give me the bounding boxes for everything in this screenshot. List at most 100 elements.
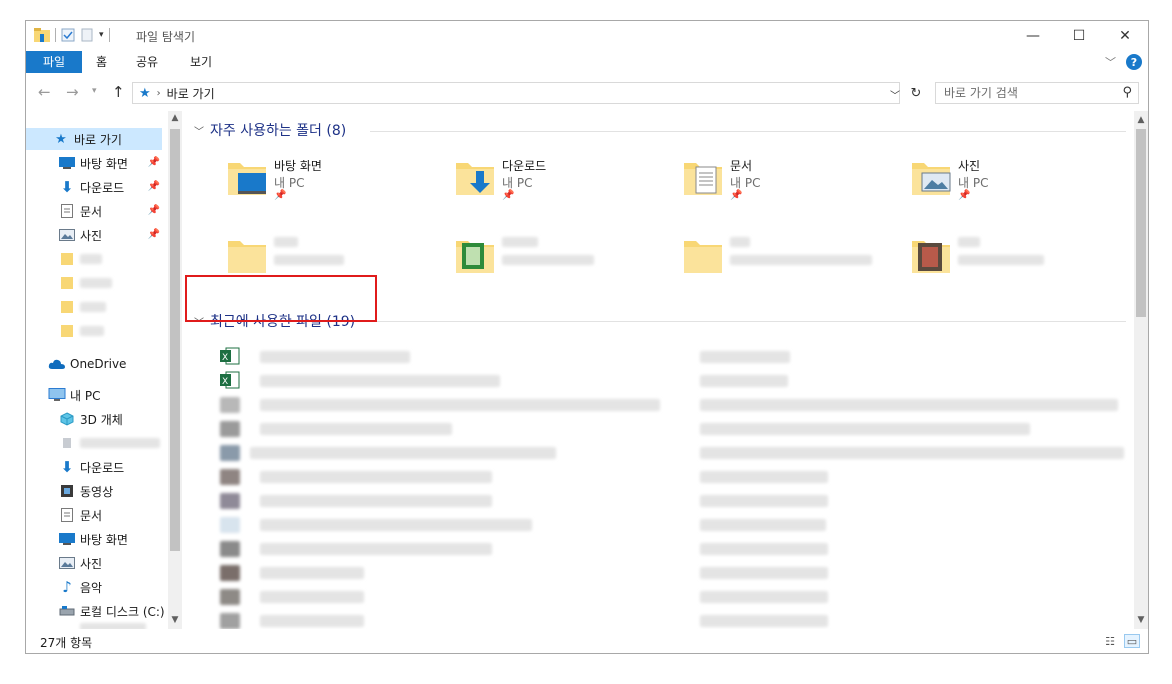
sidebar-item-pc-pictures[interactable]: 사진: [26, 552, 168, 574]
desktop-icon: [58, 531, 76, 547]
sidebar-item-folder[interactable]: [26, 320, 168, 342]
excel-file-icon: X: [220, 371, 240, 389]
sidebar-item-label: 로컬 디스크 (C:): [80, 604, 165, 619]
pin-icon[interactable]: 📌: [148, 157, 160, 168]
large-icons-view-icon[interactable]: ▭: [1124, 634, 1140, 648]
search-input[interactable]: [944, 83, 1114, 103]
sidebar-item-3d-objects[interactable]: 3D 개체: [26, 408, 168, 430]
cube-icon: [58, 411, 76, 427]
folder-tile-pictures[interactable]: 사진 내 PC 📌: [910, 155, 1130, 211]
star-icon: ★: [139, 85, 151, 101]
sidebar-item-this-pc[interactable]: 내 PC: [26, 384, 168, 406]
list-item[interactable]: X: [220, 371, 1140, 391]
folder-icon: [58, 323, 76, 339]
sidebar-item-folder[interactable]: [26, 272, 168, 294]
scrollbar-thumb[interactable]: [1136, 129, 1146, 317]
folder-tile-blurred[interactable]: [682, 233, 902, 289]
list-item[interactable]: [220, 467, 1140, 487]
sidebar-scrollbar[interactable]: ▲ ▼: [168, 111, 182, 629]
blurred-label: [700, 399, 1118, 411]
close-button[interactable]: ✕: [1102, 21, 1148, 51]
frequent-folders-header[interactable]: ﹀ 자주 사용하는 폴더 (8): [194, 120, 346, 140]
details-view-icon[interactable]: ☷: [1102, 634, 1118, 648]
list-item[interactable]: [220, 395, 1140, 415]
address-bar[interactable]: ★ › 바로 가기: [132, 82, 900, 104]
scroll-down-icon[interactable]: ▼: [1134, 615, 1148, 625]
sidebar-item-folder[interactable]: [26, 248, 168, 270]
tab-file[interactable]: 파일: [26, 51, 82, 73]
sidebar-item-documents[interactable]: 문서 📌: [26, 200, 168, 222]
scroll-down-icon[interactable]: ▼: [168, 615, 182, 625]
folder-tile-desktop[interactable]: 바탕 화면 내 PC 📌: [226, 155, 446, 211]
list-item[interactable]: [220, 563, 1140, 583]
list-item[interactable]: X: [220, 347, 1140, 367]
folder-tile-documents[interactable]: 문서 내 PC 📌: [682, 155, 902, 211]
list-item[interactable]: [220, 443, 1140, 463]
blurred-label: [80, 623, 146, 629]
list-item[interactable]: [220, 515, 1140, 535]
list-item[interactable]: [220, 587, 1140, 607]
address-dropdown-icon[interactable]: ﹀: [890, 87, 900, 102]
navigation-bar: ← → ▾ ↑ ★ › 바로 가기 ﹀ ↻ ⚲: [26, 79, 1148, 107]
scroll-up-icon[interactable]: ▲: [168, 113, 182, 123]
svg-text:X: X: [222, 353, 228, 363]
list-item[interactable]: [220, 419, 1140, 439]
blurred-label: [80, 302, 106, 312]
back-arrow-icon[interactable]: ←: [38, 83, 51, 101]
pin-icon[interactable]: 📌: [148, 205, 160, 216]
folder-tile-blurred[interactable]: [910, 233, 1130, 289]
folder-tile-blurred[interactable]: [454, 233, 674, 289]
scrollbar-thumb[interactable]: [170, 129, 180, 551]
item-count: 27개 항목: [40, 636, 93, 650]
sidebar-item-quick-access[interactable]: ★ 바로 가기: [26, 128, 162, 150]
sidebar-item-downloads[interactable]: ⬇ 다운로드 📌: [26, 176, 168, 198]
list-item[interactable]: [220, 611, 1140, 629]
tab-share[interactable]: 공유: [136, 51, 158, 73]
refresh-icon[interactable]: ↻: [906, 82, 926, 104]
sidebar-item-pc-documents[interactable]: 문서: [26, 504, 168, 526]
navigation-pane: ★ 바로 가기 바탕 화면 📌 ⬇ 다운로드 📌 문서 📌 사진 📌 OneDr…: [26, 111, 184, 629]
sidebar-item-onedrive[interactable]: OneDrive: [26, 353, 168, 375]
sidebar-item-videos[interactable]: 동영상: [26, 480, 168, 502]
minimize-button[interactable]: —: [1010, 21, 1056, 51]
blurred-label: [958, 237, 980, 247]
blurred-label: [260, 519, 532, 531]
quick-access-toolbar: ▾: [34, 28, 110, 42]
sidebar-item-pictures[interactable]: 사진 📌: [26, 224, 168, 246]
breadcrumb[interactable]: 바로 가기: [167, 85, 215, 102]
sidebar-item-pc-downloads[interactable]: ⬇ 다운로드: [26, 456, 168, 478]
sidebar-item-local-disk[interactable]: 로컬 디스크 (C:): [26, 600, 168, 622]
sidebar-item-desktop[interactable]: 바탕 화면 📌: [26, 152, 168, 174]
desktop-icon: [58, 155, 76, 171]
customize-toolbar-icon[interactable]: ▾: [99, 30, 104, 40]
recent-locations-icon[interactable]: ▾: [92, 86, 97, 96]
drive-icon: [58, 603, 76, 619]
content-scrollbar[interactable]: ▲ ▼: [1134, 111, 1148, 629]
up-arrow-icon[interactable]: ↑: [112, 83, 125, 101]
list-item[interactable]: [220, 491, 1140, 511]
search-box[interactable]: ⚲: [935, 82, 1139, 104]
folder-tile-downloads[interactable]: 다운로드 내 PC 📌: [454, 155, 674, 211]
pin-icon: 📌: [958, 190, 971, 201]
help-icon[interactable]: ?: [1126, 54, 1142, 70]
expand-ribbon-icon[interactable]: ﹀: [1105, 54, 1116, 70]
folder-location: 내 PC: [730, 176, 761, 190]
forward-arrow-icon[interactable]: →: [66, 83, 79, 101]
new-folder-icon[interactable]: [80, 28, 94, 42]
sidebar-item-music[interactable]: ♪ 음악: [26, 576, 168, 598]
list-item[interactable]: [220, 539, 1140, 559]
scroll-up-icon[interactable]: ▲: [1134, 115, 1148, 125]
sidebar-item-blurred[interactable]: [26, 432, 168, 454]
properties-icon[interactable]: [61, 28, 75, 42]
chevron-down-icon[interactable]: ﹀: [194, 123, 204, 138]
sidebar-item-folder[interactable]: [26, 296, 168, 318]
documents-folder-icon: [684, 163, 722, 195]
pin-icon[interactable]: 📌: [148, 181, 160, 192]
sidebar-item-pc-desktop[interactable]: 바탕 화면: [26, 528, 168, 550]
blurred-label: [700, 447, 1124, 459]
maximize-button[interactable]: ☐: [1056, 21, 1102, 51]
tab-view[interactable]: 보기: [190, 51, 212, 73]
tab-home[interactable]: 홈: [96, 51, 107, 73]
search-icon[interactable]: ⚲: [1122, 85, 1132, 100]
pin-icon[interactable]: 📌: [148, 229, 160, 240]
